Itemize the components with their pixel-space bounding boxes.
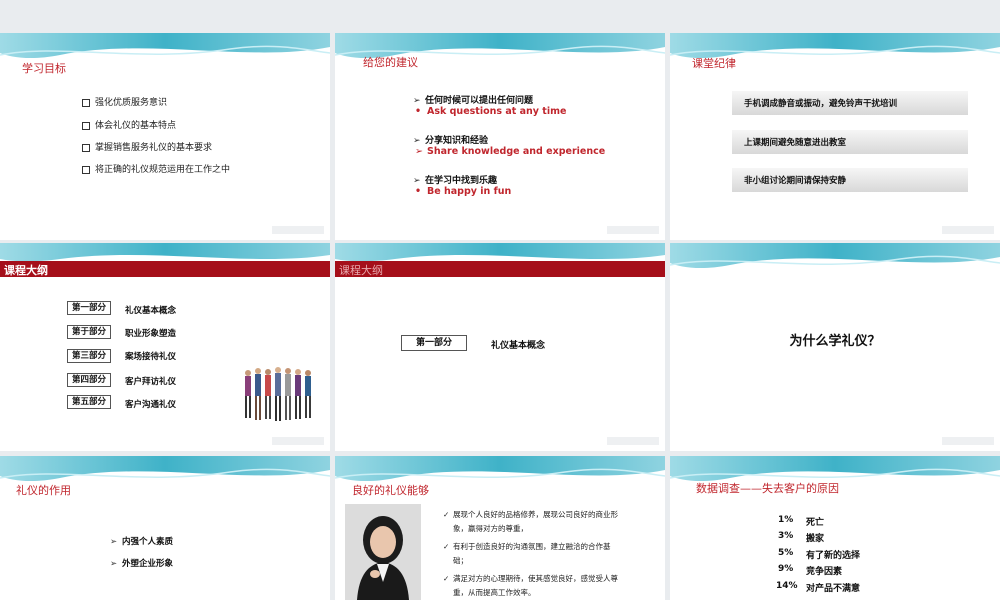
survey-percent: 5%	[778, 548, 794, 558]
slide-footer-tab	[607, 226, 659, 234]
suggestion-cn: ➢ 在学习中找到乐趣	[413, 176, 498, 186]
slide-customer-loss-survey[interactable]: 数据调查——失去客户的原因 1% 死亡 3% 搬家 5% 有了新的选择 9% 竞…	[670, 456, 1000, 600]
slide-footer-tab	[942, 437, 994, 445]
suggestion-en: • Ask questions at any time	[415, 106, 567, 117]
part-text: 礼仪基本概念	[125, 306, 177, 316]
slide-title: 给您的建议	[363, 56, 418, 69]
suggestion-cn: ➢ 任何时候可以提出任何问题	[413, 96, 534, 106]
slide-footer-tab	[942, 226, 994, 234]
suggestion-cn: ➢ 分享知识和经验	[413, 136, 489, 146]
slide-why-etiquette[interactable]: 为什么学礼仪？	[670, 243, 1000, 451]
checkbox-square-icon	[82, 165, 90, 174]
suggestion-en: ➢ Share knowledge and experience	[415, 146, 606, 157]
part-text: 职业形象塑造	[125, 329, 177, 339]
list-item: ✓ 满足对方的心理期待，使其感觉良好，感觉受人尊重，从而提高工作效率。	[443, 574, 618, 597]
checkmark-icon: ✓	[443, 542, 450, 551]
survey-percent: 3%	[778, 531, 794, 541]
businesswoman-photo	[345, 504, 421, 600]
arrow-bullet-icon: ➢	[413, 96, 421, 106]
checkbox-square-icon	[82, 98, 90, 107]
rule-band: 上课期间避免随意进出教室	[732, 130, 968, 154]
slide-title: 课程大纲	[339, 264, 383, 277]
slide-title: 礼仪的作用	[16, 484, 71, 497]
slide-title: 课程大纲	[4, 264, 48, 277]
slide-good-etiquette[interactable]: 良好的礼仪能够 ✓ 展现个人良好的品格修养，展现公司良好的商业形象，赢得对方的尊重…	[335, 456, 665, 600]
slide-course-outline-part1[interactable]: 课程大纲 第一部分 礼仪基本概念	[335, 243, 665, 451]
slide-course-outline[interactable]: 课程大纲 第一部分 礼仪基本概念 第于部分 职业形象塑造 第三部分 案场接待礼仪…	[0, 243, 330, 451]
survey-reason: 竞争因素	[806, 567, 843, 577]
list-item: ➢ 内强个人素质	[110, 537, 174, 547]
part-label: 第四部分	[67, 373, 111, 387]
part-label: 第一部分	[401, 335, 467, 351]
arrow-bullet-icon: ➢	[110, 537, 118, 547]
part-label: 第三部分	[67, 349, 111, 363]
slide-title: 数据调查——失去客户的原因	[696, 482, 839, 495]
survey-reason: 死亡	[806, 518, 825, 528]
slide-footer-tab	[272, 437, 324, 445]
survey-percent: 14%	[776, 581, 798, 591]
survey-reason: 搬家	[806, 534, 825, 544]
dot-bullet-icon: •	[415, 106, 422, 117]
part-text: 客户沟通礼仪	[125, 400, 177, 410]
slide-heading: 为什么学礼仪？	[789, 334, 881, 349]
slide-learning-goals[interactable]: 学习目标 强化优质服务意识 体会礼仪的基本特点 掌握销售服务礼仪的基本要求 将正…	[0, 33, 330, 240]
list-item: ➢ 外塑企业形象	[110, 559, 174, 569]
list-item: ✓ 展现个人良好的品格修养，展现公司良好的商业形象，赢得对方的尊重，	[443, 510, 618, 533]
part-label: 第五部分	[67, 395, 111, 409]
suggestion-en: • Be happy in fun	[415, 186, 512, 197]
checkmark-icon: ✓	[443, 574, 450, 583]
list-item: 体会礼仪的基本特点	[82, 118, 176, 131]
checkmark-icon: ✓	[443, 510, 450, 519]
survey-percent: 1%	[778, 515, 794, 525]
part-text: 客户拜访礼仪	[125, 377, 177, 387]
rule-band: 手机调成静音或振动，避免铃声干扰培训	[732, 91, 968, 115]
checkbox-square-icon	[82, 121, 90, 130]
slide-title: 课堂纪律	[692, 57, 736, 70]
survey-reason: 对产品不满意	[806, 584, 861, 594]
list-item: 掌握销售服务礼仪的基本要求	[82, 140, 212, 153]
slide-title: 良好的礼仪能够	[352, 484, 429, 497]
slide-footer-tab	[272, 226, 324, 234]
list-item: 将正确的礼仪规范运用在工作之中	[82, 162, 230, 175]
slide-footer-tab	[607, 437, 659, 445]
arrow-bullet-icon: ➢	[110, 559, 118, 569]
list-item: 强化优质服务意识	[82, 95, 167, 108]
list-item: ✓ 有利于创造良好的沟通氛围，建立融洽的合作基础；	[443, 542, 611, 565]
survey-reason: 有了新的选择	[806, 551, 861, 561]
part-text: 案场接待礼仪	[125, 352, 177, 362]
part-label: 第一部分	[67, 301, 111, 315]
title-bar: 课程大纲	[335, 261, 665, 277]
title-bar: 课程大纲	[0, 261, 330, 277]
business-people-group-illustration	[245, 367, 311, 421]
arrow-bullet-icon: ➢	[413, 176, 421, 186]
survey-percent: 9%	[778, 564, 794, 574]
checkbox-square-icon	[82, 143, 90, 152]
slide-suggestions[interactable]: 给您的建议 ➢ 任何时候可以提出任何问题 • Ask questions at an…	[335, 33, 665, 240]
slide-title: 学习目标	[22, 62, 66, 75]
arrow-bullet-icon: ➢	[413, 136, 421, 146]
part-text: 礼仪基本概念	[491, 341, 546, 351]
rule-band: 非小组讨论期间请保持安静	[732, 168, 968, 192]
arrow-bullet-icon: ➢	[415, 146, 423, 157]
slide-classroom-rules[interactable]: 课堂纪律 手机调成静音或振动，避免铃声干扰培训 上课期间避免随意进出教室 非小组…	[670, 33, 1000, 240]
part-label: 第于部分	[67, 325, 111, 339]
dot-bullet-icon: •	[415, 186, 422, 197]
wave-header-decoration	[670, 243, 1000, 269]
slide-etiquette-role[interactable]: 礼仪的作用 ➢ 内强个人素质 ➢ 外塑企业形象	[0, 456, 330, 600]
